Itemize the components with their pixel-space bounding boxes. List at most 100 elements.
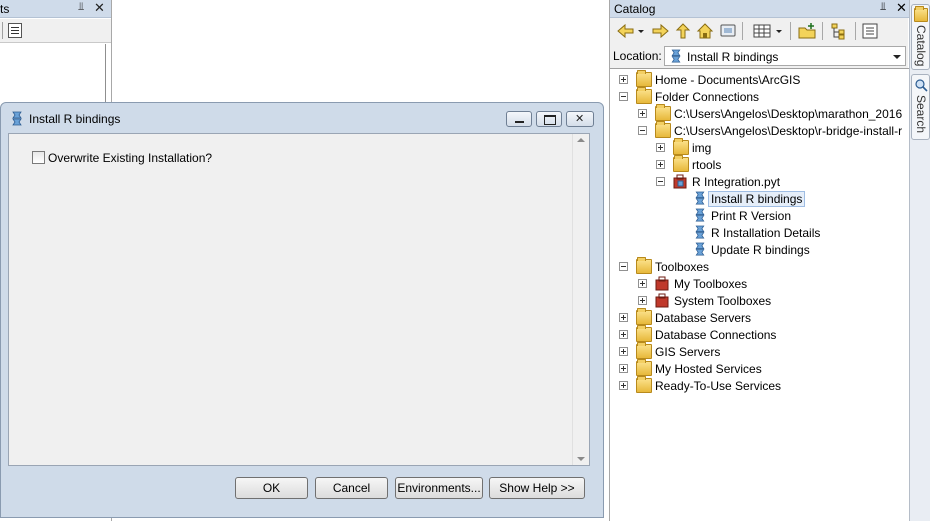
toolbox-icon — [655, 276, 669, 291]
close-button[interactable] — [566, 111, 594, 127]
tree-item-marathon-folder[interactable]: C:\Users\Angelos\Desktop\marathon_2016 — [610, 104, 909, 122]
collapse-icon[interactable] — [656, 177, 665, 186]
dialog-body: Overwrite Existing Installation? — [8, 133, 590, 466]
tree-item-label: C:\Users\Angelos\Desktop\marathon_2016 — [674, 107, 903, 121]
up-one-level-icon[interactable] — [674, 22, 692, 40]
expand-icon[interactable] — [619, 75, 628, 84]
dialog-scrollbar[interactable] — [572, 134, 589, 465]
tree-item-r-integration[interactable]: R Integration.pyt — [610, 173, 909, 190]
tree-item-gis-servers[interactable]: GIS Servers — [610, 342, 909, 360]
install-r-bindings-dialog: Install R bindings Overwrite Existing In… — [0, 102, 604, 518]
view-details-icon[interactable] — [752, 22, 772, 40]
dialog-title: Install R bindings — [29, 112, 121, 126]
close-icon[interactable]: ✕ — [896, 0, 907, 16]
tab-search[interactable]: Search — [911, 74, 930, 140]
toolbar-separator — [2, 22, 3, 39]
toggle-tree-icon[interactable] — [829, 22, 849, 40]
tree-item-label: Print R Version — [711, 209, 792, 223]
folder-icon — [655, 104, 671, 121]
close-icon[interactable]: ✕ — [94, 0, 105, 16]
pin-icon[interactable]: ⫫ — [880, 1, 886, 14]
scroll-down-icon[interactable] — [577, 457, 585, 461]
search-icon — [915, 79, 928, 92]
tree-item-label: Database Connections — [655, 328, 777, 342]
tree-item-label: Toolboxes — [655, 260, 710, 274]
tree-item-my-toolboxes[interactable]: My Toolboxes — [610, 275, 909, 292]
script-tool-icon — [671, 49, 681, 63]
tree-item-folder-connections[interactable]: Folder Connections — [610, 87, 909, 105]
toolbar-separator — [742, 22, 743, 40]
tree-item-label: img — [692, 141, 712, 155]
catalog-pane: Catalog ⫫ ✕ Location: Install R bindings — [609, 0, 909, 521]
chevron-down-icon[interactable] — [893, 55, 901, 59]
tree-item-toolboxes[interactable]: Toolboxes — [610, 257, 909, 275]
overwrite-checkbox[interactable] — [32, 151, 45, 164]
pin-icon[interactable]: ⫫ — [78, 1, 84, 14]
tree-item-system-toolboxes[interactable]: System Toolboxes — [610, 292, 909, 309]
minimize-button[interactable] — [506, 111, 532, 127]
back-arrow-icon[interactable] — [616, 22, 636, 40]
expand-icon[interactable] — [638, 279, 647, 288]
tree-item-rbridge-folder[interactable]: C:\Users\Angelos\Desktop\r-bridge-instal… — [610, 121, 909, 139]
show-help-button[interactable]: Show Help >> — [489, 477, 585, 499]
tree-item-img[interactable]: img — [610, 138, 909, 156]
tree-item-update-r-bindings[interactable]: Update R bindings — [610, 241, 909, 258]
collapse-icon[interactable] — [619, 92, 628, 101]
left-pane-title: ts — [0, 2, 10, 16]
toolbar-separator — [790, 22, 791, 40]
dialog-titlebar[interactable]: Install R bindings — [1, 103, 603, 133]
catalog-title: Catalog — [614, 2, 656, 16]
tree-item-install-r-bindings[interactable]: Install R bindings — [610, 190, 909, 207]
location-value: Install R bindings — [687, 50, 779, 64]
expand-icon[interactable] — [619, 381, 628, 390]
expand-icon[interactable] — [656, 143, 665, 152]
home-icon[interactable] — [696, 22, 714, 40]
location-row: Location: Install R bindings — [610, 44, 909, 68]
tree-item-my-hosted-services[interactable]: My Hosted Services — [610, 359, 909, 377]
tree-item-label: Folder Connections — [655, 90, 760, 104]
tab-catalog[interactable]: Catalog — [911, 4, 930, 70]
overwrite-label: Overwrite Existing Installation? — [48, 151, 213, 165]
expand-icon[interactable] — [619, 364, 628, 373]
tree-item-home[interactable]: Home - Documents\ArcGIS — [610, 70, 909, 88]
options-icon[interactable] — [861, 22, 879, 40]
location-dropdown[interactable]: Install R bindings — [664, 46, 906, 66]
script-tool-icon — [12, 111, 22, 126]
tree-item-label: My Toolboxes — [674, 277, 748, 291]
tree-item-database-connections[interactable]: Database Connections — [610, 325, 909, 343]
hosted-services-icon — [636, 359, 652, 376]
expand-icon[interactable] — [619, 313, 628, 322]
environments-button[interactable]: Environments... — [395, 477, 483, 499]
tree-item-label: rtools — [692, 158, 722, 172]
connect-folder-icon[interactable] — [719, 22, 737, 40]
new-folder-icon[interactable] — [797, 22, 817, 40]
cancel-button[interactable]: Cancel — [315, 477, 388, 499]
ok-button[interactable]: OK — [235, 477, 308, 499]
tree-item-rtools[interactable]: rtools — [610, 155, 909, 173]
collapse-icon[interactable] — [638, 126, 647, 135]
expand-icon[interactable] — [638, 109, 647, 118]
catalog-titlebar: Catalog ⫫ ✕ — [610, 0, 909, 18]
expand-icon[interactable] — [656, 160, 665, 169]
tab-catalog-label: Catalog — [914, 25, 928, 67]
scroll-up-icon[interactable] — [577, 138, 585, 142]
tree-item-print-r-version[interactable]: Print R Version — [610, 207, 909, 224]
forward-arrow-icon[interactable] — [650, 22, 670, 40]
expand-icon[interactable] — [638, 296, 647, 305]
view-dropdown-icon[interactable] — [774, 22, 784, 40]
back-dropdown-icon[interactable] — [637, 22, 645, 40]
tree-item-r-installation-details[interactable]: R Installation Details — [610, 224, 909, 241]
catalog-tree: Home - Documents\ArcGIS Folder Connectio… — [610, 68, 909, 521]
gis-servers-icon — [636, 342, 652, 359]
expand-icon[interactable] — [619, 330, 628, 339]
collapse-icon[interactable] — [619, 262, 628, 271]
script-tool-icon — [695, 225, 705, 239]
folder-icon — [673, 155, 689, 172]
script-tool-icon — [695, 191, 705, 205]
list-view-icon[interactable] — [8, 23, 22, 38]
tree-item-ready-to-use-services[interactable]: Ready-To-Use Services — [610, 376, 909, 394]
tree-item-label: Update R bindings — [711, 243, 810, 257]
tree-item-database-servers[interactable]: Database Servers — [610, 308, 909, 326]
maximize-button[interactable] — [536, 111, 562, 127]
expand-icon[interactable] — [619, 347, 628, 356]
